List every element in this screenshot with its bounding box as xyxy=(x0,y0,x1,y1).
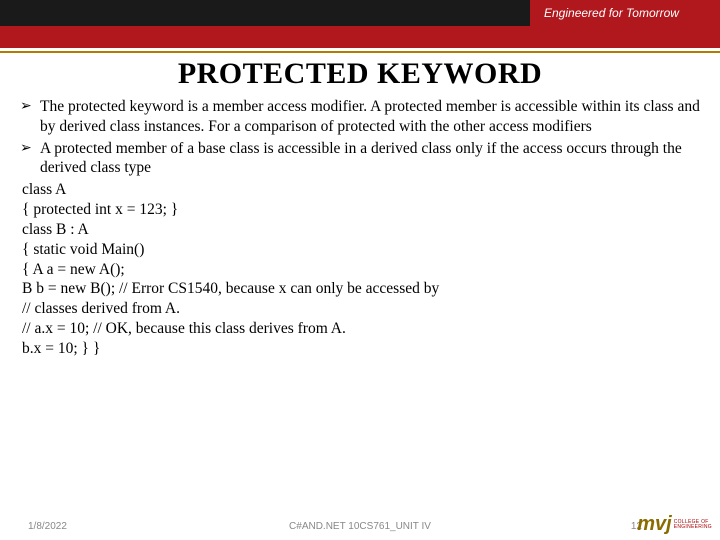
bullet-text: A protected member of a base class is ac… xyxy=(40,139,700,179)
code-line: // a.x = 10; // OK, because this class d… xyxy=(22,319,700,339)
code-line: // classes derived from A. xyxy=(22,299,700,319)
code-line: B b = new B(); // Error CS1540, because … xyxy=(22,279,700,299)
footer-date: 1/8/2022 xyxy=(28,521,67,532)
logo-mark: mvj xyxy=(637,513,671,536)
bullet-glyph: ➢ xyxy=(20,97,40,137)
code-line: class B : A xyxy=(22,220,700,240)
red-band xyxy=(0,26,720,48)
code-line: class A xyxy=(22,180,700,200)
tagline-banner: Engineered for Tomorrow xyxy=(530,0,720,26)
slide-title: PROTECTED KEYWORD xyxy=(18,57,702,91)
bullet-item: ➢ A protected member of a base class is … xyxy=(20,139,700,179)
footer-center: C#AND.NET 10CS761_UNIT IV xyxy=(289,521,431,532)
bullet-glyph: ➢ xyxy=(20,139,40,179)
code-line: b.x = 10; } } xyxy=(22,339,700,359)
logo-text: COLLEGE OF ENGINEERING xyxy=(674,520,712,530)
bullet-text: The protected keyword is a member access… xyxy=(40,97,700,137)
body-area: ➢ The protected keyword is a member acce… xyxy=(18,97,702,359)
code-line: { static void Main() xyxy=(22,240,700,260)
code-line: { protected int x = 123; } xyxy=(22,200,700,220)
logo-line2: ENGINEERING xyxy=(674,524,712,530)
college-logo: mvj COLLEGE OF ENGINEERING xyxy=(637,513,712,536)
bullet-item: ➢ The protected keyword is a member acce… xyxy=(20,97,700,137)
tagline-text: Engineered for Tomorrow xyxy=(544,6,679,20)
slide-content: PROTECTED KEYWORD ➢ The protected keywor… xyxy=(0,53,720,359)
code-line: { A a = new A(); xyxy=(22,260,700,280)
top-black-bar: Engineered for Tomorrow xyxy=(0,0,720,26)
